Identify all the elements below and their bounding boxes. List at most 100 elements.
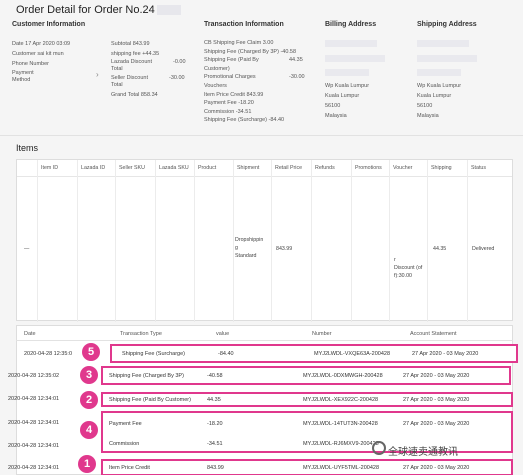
row-number: MYJ2LWDL-UYF5TML-200428 [303, 464, 380, 471]
grand-total-label: Grand Total [111, 92, 140, 98]
row-statement: 27 Apr 2020 - 03 May 2020 [412, 350, 479, 357]
shipping-3p-value: -40.58 [280, 48, 297, 55]
voucher-line-2: Discount (of [394, 265, 423, 271]
items-title: Items [16, 143, 39, 153]
shipping-3p-label: Shipping Fee (Charged By 3P) [204, 48, 279, 55]
col-promotions: Promotions [355, 165, 382, 171]
redacted-billing-street-2 [325, 69, 369, 76]
redacted-shipping-name [417, 40, 469, 47]
billing-address: Wp Kuala Lumpur Kuala Lumpur 56100 Malay… [325, 81, 369, 121]
shipping-address: Wp Kuala Lumpur Kuala Lumpur 56100 Malay… [417, 81, 461, 121]
shipping-country: Malaysia [417, 113, 439, 119]
payment-fee-value: -18.20 [238, 100, 254, 107]
th-value: value [216, 331, 230, 337]
row-type: Shipping Fee (Charged By 3P) [109, 372, 184, 379]
table-row[interactable]: Shipping Fee (Surcharge) -84.40 MYJ2LWDL… [110, 344, 518, 363]
commission-label: Commission [204, 108, 235, 115]
row-statement: 27 Apr 2020 - 03 May 2020 [403, 464, 470, 471]
row-statement: 27 Apr 2020 - 03 May 2020 [403, 372, 470, 379]
shipping-fee-label: shipping fee [111, 51, 141, 57]
redacted-billing-street [325, 55, 385, 62]
billing-city: Wp Kuala Lumpur [325, 83, 370, 89]
payment-label-1: Payment [12, 70, 34, 76]
col-retail-price: Retail Price [275, 165, 303, 171]
table-row[interactable]: Shipping Fee (Paid By Customer) 44.35 MY… [101, 392, 513, 407]
cb-shipping-claim-label: CB Shipping Fee Claim [204, 40, 262, 46]
col-refunds: Refunds [315, 165, 335, 171]
col-divider [77, 160, 78, 322]
col-shipping: Shipping [431, 165, 452, 171]
row-value: 843.99 [207, 464, 224, 471]
payment-fee-label: Payment Fee [204, 100, 237, 107]
table-row[interactable]: Shipping Fee (Charged By 3P) -40.58 MYJ2… [101, 366, 511, 385]
shipment-line-1: Dropshippin [235, 237, 264, 243]
col-status: Status [471, 165, 487, 171]
seller-discount-label: Seller Discount [111, 75, 148, 81]
lazada-discount-label: Lazada Discount [111, 59, 152, 65]
section-divider [0, 135, 523, 136]
shipping-fee-value: +44.35 [142, 51, 160, 57]
row-type: Shipping Fee (Paid By Customer) [109, 396, 191, 403]
col-divider [467, 160, 468, 322]
redacted-order-number [156, 5, 181, 16]
col-divider [115, 160, 116, 322]
wechat-logo-icon [372, 441, 386, 455]
page-title: Order Detail for Order No.24 [16, 4, 181, 16]
billing-postcode: 56100 [325, 103, 341, 109]
seller-discount-value: -30.00 [169, 75, 185, 81]
page-title-text: Order Detail for Order No.24 [16, 4, 155, 16]
row-type: Shipping Fee (Surcharge) [122, 350, 185, 357]
row-date: 2020-04-28 12:34:01 [8, 420, 60, 426]
billing-heading: Billing Address [325, 21, 377, 28]
chevron-right-icon[interactable]: › [96, 70, 99, 79]
redacted-shipping-street-2 [417, 69, 461, 76]
voucher-line-1: r [394, 257, 396, 263]
row-number: MYJ2LWDL-0DXMWGH-200428 [303, 372, 383, 379]
transaction-heading: Transaction Information [204, 21, 284, 28]
item-price-credit-value: 843.99 [246, 91, 264, 98]
customer-heading: Customer Information [12, 21, 86, 28]
item-price-credit-label: Item Price Credit [204, 91, 245, 98]
redacted-billing-name [325, 40, 377, 47]
row-date: 2020-04-28 12:35:0 [24, 351, 73, 357]
shipping-customer-label: Shipping Fee (Paid By [204, 57, 259, 64]
col-divider [351, 160, 352, 322]
billing-country: Malaysia [325, 113, 347, 119]
step-badge: 1 [78, 455, 96, 473]
row-expand[interactable]: — [24, 245, 29, 253]
shipment-line-2: g [235, 245, 238, 251]
row-number: MYJ2LWDL-14TUT3N-200428 [303, 421, 378, 427]
watermark-text: 全球速卖通教讯 [388, 447, 458, 458]
order-summary: Subtotal 843.99 shipping fee +44.35 Laza… [111, 39, 186, 100]
redacted-shipping-street [417, 55, 477, 62]
col-lazada-id: Lazada ID [81, 165, 106, 171]
col-product: Product [198, 165, 217, 171]
vouchers-label: Vouchers [204, 82, 227, 89]
subtotal-value: 843.99 [132, 41, 150, 47]
surcharge-value: -84.40 [268, 117, 285, 124]
row-value: -40.58 [207, 372, 223, 379]
shipping-postcode: 56100 [417, 103, 433, 109]
row-date: 2020-04-28 12:34:01 [8, 396, 60, 402]
phone-label: Phone Number [12, 61, 49, 67]
col-divider [427, 160, 428, 322]
row-statement: 27 Apr 2020 - 03 May 2020 [403, 396, 470, 403]
th-number: Number [312, 331, 332, 337]
col-divider [311, 160, 312, 322]
row-date: 2020-04-28 12:35:02 [8, 373, 60, 379]
surcharge-label: Shipping Fee (Surcharge) [204, 117, 267, 124]
row-type: Payment Fee [109, 421, 142, 427]
col-shipment: Shipment [237, 165, 260, 171]
th-divider [16, 340, 513, 341]
table-row[interactable]: Item Price Credit 843.99 MYJ2LWDL-UYF5TM… [101, 459, 513, 475]
row-type: Commission [109, 441, 140, 447]
row-value: -84.40 [218, 350, 234, 357]
shipping-state: Kuala Lumpur [417, 93, 452, 99]
col-voucher: Voucher [393, 165, 413, 171]
col-seller-sku: Seller SKU [119, 165, 145, 171]
order-detail-page: Order Detail for Order No.24 Customer In… [0, 0, 523, 475]
shipment-line-3: Standard [235, 253, 257, 259]
col-divider [37, 160, 38, 322]
date-label: Date [12, 41, 24, 47]
items-table: Item ID Lazada ID Seller SKU Lazada SKU … [16, 159, 513, 322]
